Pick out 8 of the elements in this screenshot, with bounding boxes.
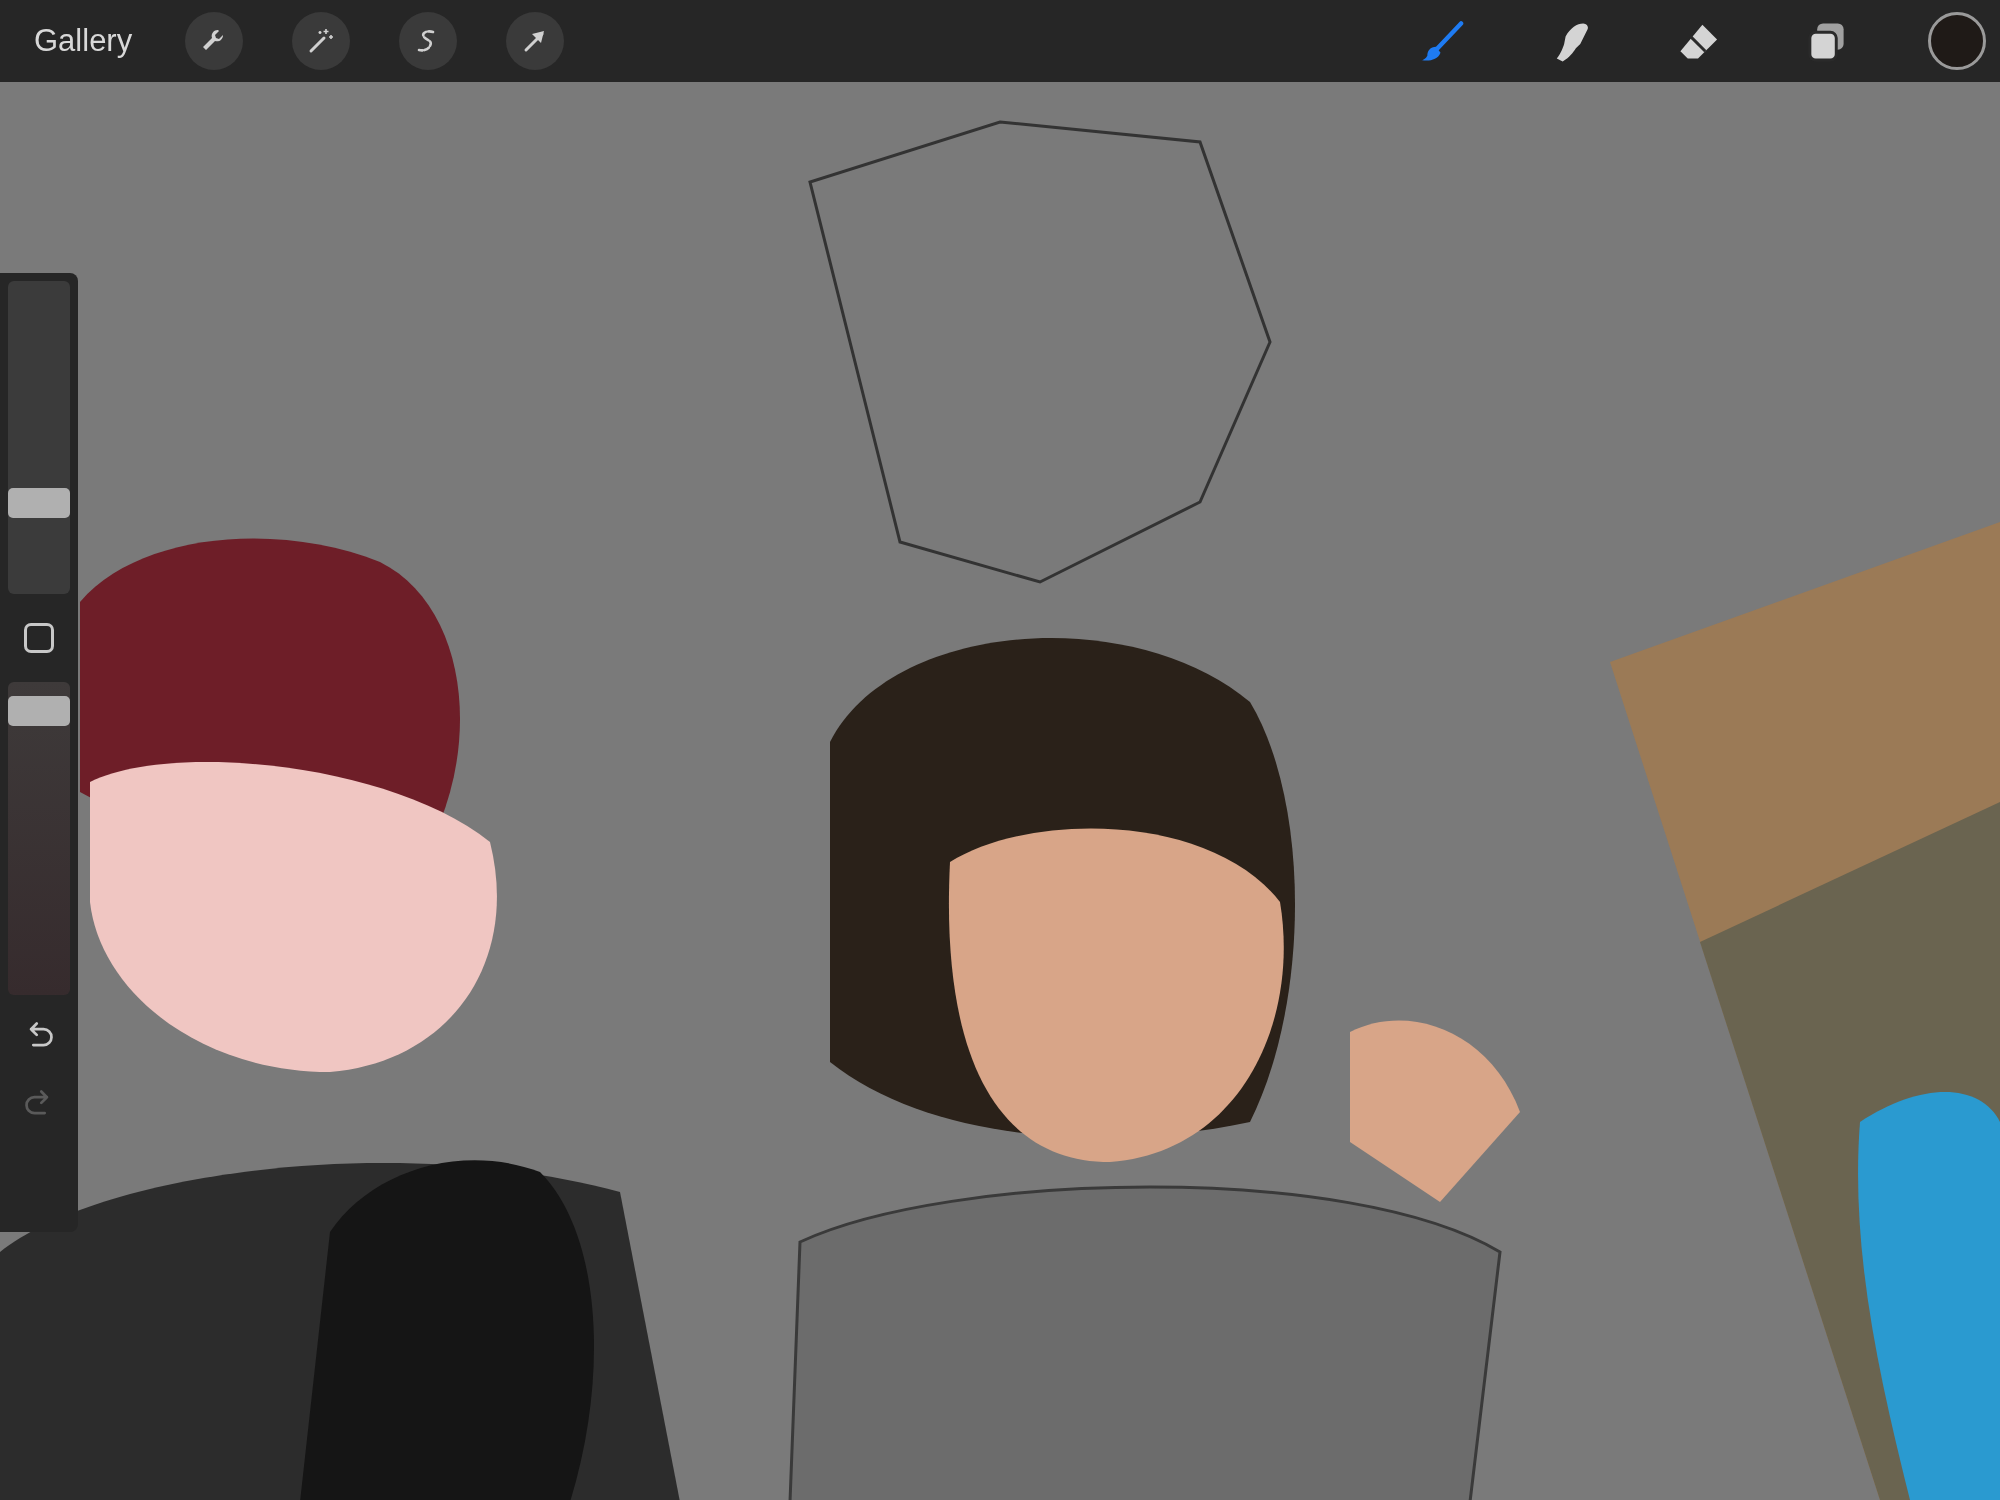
slider-thumb[interactable] — [8, 696, 70, 727]
gallery-button[interactable]: Gallery — [26, 17, 141, 65]
slider-track[interactable] — [8, 682, 70, 995]
square-icon — [24, 623, 54, 653]
color-swatch[interactable] — [1928, 12, 1986, 70]
slider-track[interactable] — [8, 281, 70, 594]
brush-icon — [1420, 19, 1464, 63]
slider-thumb[interactable] — [8, 487, 70, 518]
